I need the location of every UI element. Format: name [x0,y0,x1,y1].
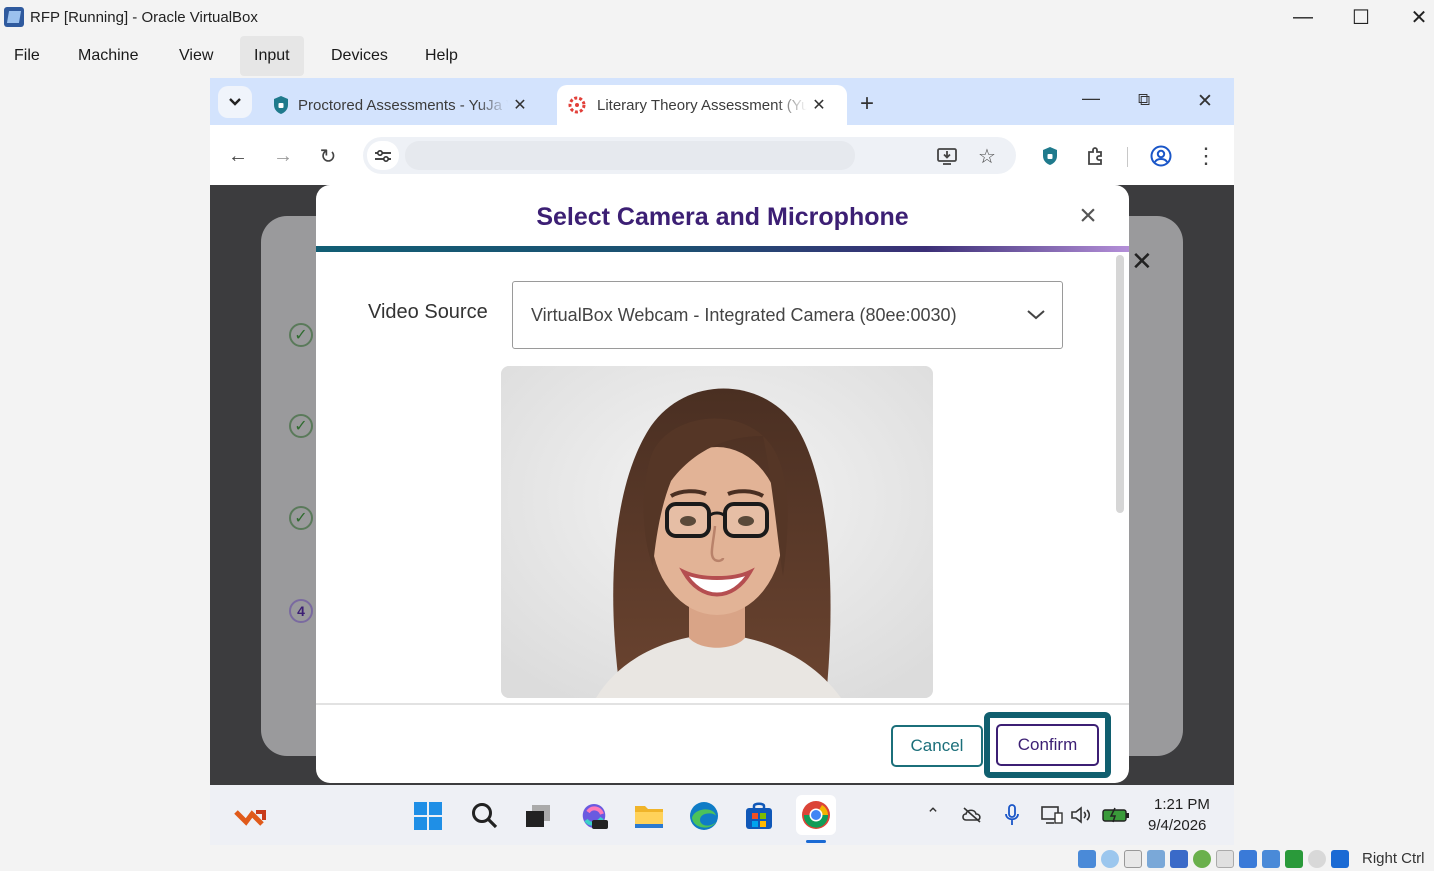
step-number-badge: 4 [289,599,313,623]
site-settings-icon[interactable] [367,141,399,170]
back-icon[interactable]: ← [223,141,253,171]
hard-disk-icon[interactable] [1078,850,1096,868]
url-field[interactable] [405,141,855,170]
toolbar-divider [1127,147,1128,167]
chrome-icon[interactable] [796,795,836,835]
footer-divider [316,703,1129,705]
menu-file[interactable]: File [0,36,54,76]
yuja-extension-icon[interactable] [1035,141,1065,171]
search-icon[interactable] [467,798,503,834]
menu-machine[interactable]: Machine [64,36,152,76]
network-icon[interactable] [1040,803,1064,827]
webcam-video-frame [501,366,933,698]
shared-folders-icon[interactable] [1216,850,1234,868]
widgets-icon[interactable] [232,798,268,834]
start-icon[interactable] [410,798,446,834]
close-icon[interactable]: ✕ [1391,0,1434,34]
window-title: RFP [Running] - Oracle VirtualBox [30,9,258,26]
menu-devices[interactable]: Devices [317,36,402,76]
chrome-menu-icon[interactable]: ⋮ [1191,141,1221,171]
check-icon: ✓ [289,323,313,347]
extensions-puzzle-icon[interactable] [1080,141,1110,171]
install-app-icon[interactable] [932,141,962,171]
new-tab-icon[interactable]: + [860,90,874,118]
menu-input[interactable]: Input [240,36,304,76]
microphone-icon[interactable] [1000,803,1024,827]
chrome-tabstrip: Proctored Assessments - YuJa Verity ✕ Li… [210,78,1234,125]
optical-drive-icon[interactable] [1101,850,1119,868]
m365-copilot-icon[interactable] [576,798,612,834]
title-divider [316,246,1129,252]
minimize-icon[interactable]: — [1275,0,1331,34]
omnibox[interactable] [363,137,1016,174]
close-icon[interactable]: ✕ [1131,246,1153,277]
file-explorer-icon[interactable] [631,798,667,834]
virtualbox-logo-icon [4,7,24,27]
video-source-select[interactable]: VirtualBox Webcam - Integrated Camera (8… [512,281,1063,349]
tab-search-button[interactable] [218,86,252,118]
clock-date[interactable]: 9/4/2026 [1148,817,1206,834]
usb-icon[interactable] [1193,850,1211,868]
video-source-label: Video Source [368,301,488,323]
forward-icon[interactable]: → [268,141,298,171]
active-app-indicator [806,840,826,843]
onedrive-offline-icon[interactable] [960,803,984,827]
minimize-icon[interactable]: — [1082,88,1100,109]
vbox-titlebar: RFP [Running] - Oracle VirtualBox — ☐ ✕ [0,0,1434,36]
chevron-down-icon [1027,310,1045,320]
volume-icon[interactable] [1070,803,1094,827]
edge-icon[interactable] [686,798,722,834]
battery-charging-icon[interactable] [1102,803,1130,827]
close-icon[interactable]: ✕ [1197,90,1213,113]
camera-mic-modal: Select Camera and Microphone × Video Sou… [316,185,1129,783]
tab-close-icon[interactable]: ✕ [508,95,532,115]
canvas-logo-icon [557,95,597,115]
tab-proctored-assessments[interactable]: Proctored Assessments - YuJa Verity ✕ [264,85,554,125]
vbox-menubar: File Machine View Input Devices Help [0,36,1434,76]
check-icon: ✓ [289,506,313,530]
maximize-icon[interactable]: ☐ [1333,0,1389,34]
restore-icon[interactable]: ⧉ [1138,90,1150,110]
host-key-label: Right Ctrl [1362,850,1425,867]
chevron-up-icon[interactable]: ⌃ [921,803,945,827]
keyboard-capture-icon[interactable] [1331,850,1349,868]
menu-view[interactable]: View [165,36,227,76]
profile-avatar-icon[interactable] [1146,141,1176,171]
mouse-integration-icon[interactable] [1308,850,1326,868]
yuja-shield-icon [264,95,298,115]
floppy-icon[interactable] [1124,850,1142,868]
guest-display[interactable]: Proctored Assessments - YuJa Verity ✕ Li… [210,78,1234,845]
video-source-value: VirtualBox Webcam - Integrated Camera (8… [531,304,957,325]
task-view-icon[interactable] [520,798,556,834]
clock-time[interactable]: 1:21 PM [1154,796,1210,813]
camera-preview [501,366,933,698]
network-adapter-icon[interactable] [1170,850,1188,868]
windows-taskbar: ⌃ 1:21 PM 9/4/2026 [210,785,1234,845]
store-icon[interactable] [741,798,777,834]
chevron-down-icon [229,98,241,106]
vt-x-icon[interactable] [1285,850,1303,868]
modal-title: Select Camera and Microphone [536,203,909,231]
tab-title: Literary Theory Assessment (YuJa [597,96,807,114]
menu-help[interactable]: Help [411,36,472,76]
tab-literary-theory[interactable]: Literary Theory Assessment (YuJa ✕ [557,85,847,125]
tab-title: Proctored Assessments - YuJa Verity [298,96,508,114]
audio-icon[interactable] [1147,850,1165,868]
bookmark-star-icon[interactable]: ☆ [972,141,1002,171]
confirm-button[interactable]: Confirm [996,724,1099,766]
modal-scrollbar[interactable] [1116,255,1124,513]
chrome-toolbar: ← → ↻ ☆ ⋮ [210,125,1234,185]
tab-close-icon[interactable]: ✕ [807,95,831,115]
reload-icon[interactable]: ↻ [313,141,343,171]
close-icon[interactable]: × [1074,201,1102,231]
check-icon: ✓ [289,414,313,438]
cancel-button[interactable]: Cancel [891,725,983,767]
vbox-statusbar: Right Ctrl [1076,848,1434,870]
display-icon[interactable] [1239,850,1257,868]
video-capture-icon[interactable] [1262,850,1280,868]
